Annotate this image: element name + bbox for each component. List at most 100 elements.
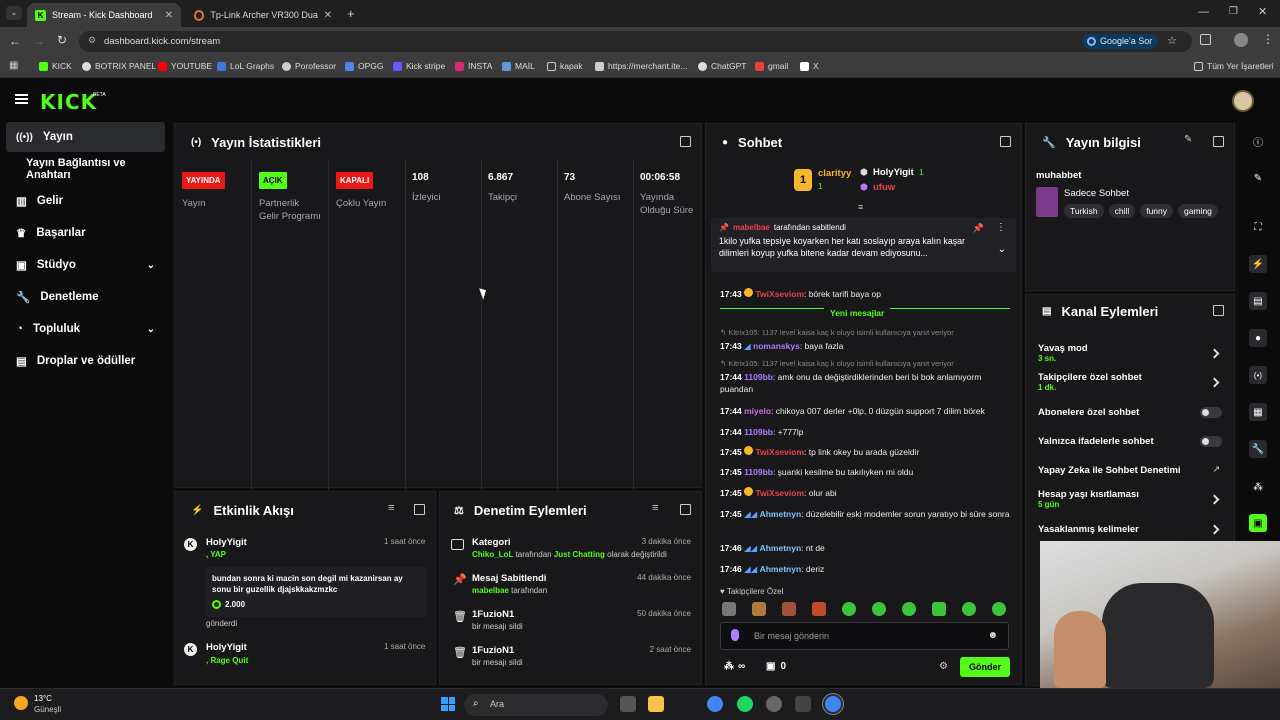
chevron-down-icon[interactable]: ⌄	[998, 244, 1006, 255]
wrench-icon[interactable]: 🔧	[1249, 440, 1267, 458]
steam-icon[interactable]	[766, 696, 782, 712]
kick-logo[interactable]: KICK	[40, 90, 97, 114]
action-ai-moderation[interactable]: Yapay Zeka ile Sohbet Denetimi	[1038, 465, 1222, 476]
bookmark-gmail[interactable]: gmail	[755, 61, 788, 71]
action-followers-only[interactable]: Takipçilere özel sohbet 1 dk.	[1038, 372, 1222, 392]
minimize-button[interactable]: —	[1198, 6, 1209, 18]
more-options-icon[interactable]: ⋮	[996, 222, 1006, 233]
chat-username[interactable]: 1109bb	[744, 372, 773, 382]
chat-bubble-icon[interactable]: ●	[1249, 329, 1267, 347]
chat-username[interactable]: TwiXseviom	[756, 289, 805, 299]
edit-pencil-icon[interactable]: ✎	[1249, 169, 1267, 187]
pinned-by-user[interactable]: mabelbae	[733, 223, 770, 232]
bookmark-youtube[interactable]: YOUTUBE	[158, 61, 212, 71]
google-ask-button[interactable]: Google'a Sor	[1082, 34, 1159, 49]
chat-username[interactable]: TwiXseviom	[756, 488, 805, 498]
chat-username[interactable]: Ahmetnyn	[760, 509, 802, 519]
site-info-icon[interactable]: ⚙	[88, 35, 96, 46]
tab-list-button[interactable]: ⌄	[6, 6, 22, 20]
action-account-age[interactable]: Hesap yaşı kısıtlaması 5 gün	[1038, 489, 1222, 509]
app-tile-icon[interactable]: ▣	[1249, 514, 1267, 532]
external-link-icon[interactable]: ↗	[1212, 464, 1220, 475]
filter-icon[interactable]: ≡	[388, 502, 394, 514]
bookmark-opgg[interactable]: OPGG	[345, 61, 384, 71]
bookmark-chatgpt[interactable]: ChatGPT	[698, 61, 746, 71]
chat-username[interactable]: 1109bb	[744, 427, 773, 437]
app-icon[interactable]	[795, 696, 811, 712]
emote-icon[interactable]	[902, 602, 916, 616]
bookmark-kapak[interactable]: kapak	[547, 61, 583, 71]
popout-icon[interactable]	[680, 136, 691, 147]
file-explorer-icon[interactable]	[648, 696, 664, 712]
forward-arrow-icon[interactable]: →	[33, 34, 45, 48]
top-gifter-name[interactable]: clarityy	[818, 168, 851, 179]
emote-icon[interactable]	[812, 602, 826, 616]
sidebar-item-droplar[interactable]: ▤ Droplar ve ödüller	[6, 346, 165, 376]
close-tab-icon[interactable]: ✕	[324, 10, 332, 21]
tag[interactable]: funny	[1140, 204, 1174, 218]
microphone-icon[interactable]	[731, 629, 739, 641]
chat-username[interactable]: TwiXseviom	[756, 447, 805, 457]
emote-icon[interactable]	[722, 602, 736, 616]
emote-icon[interactable]	[752, 602, 766, 616]
popout-icon[interactable]	[414, 504, 425, 515]
action-banned-words[interactable]: Yasaklanmış kelimeler	[1038, 524, 1222, 535]
activity-user[interactable]: HolyYigit	[206, 537, 247, 548]
popout-icon[interactable]	[1000, 136, 1011, 147]
top-gifter-name[interactable]: HolyYigit	[873, 167, 914, 178]
community-icon[interactable]: ⁂	[1249, 478, 1267, 496]
expand-top-icon[interactable]: ≡	[858, 202, 863, 212]
reply-context[interactable]: ↰ Kitrix105: 1137 level kaisa kaç k oluy…	[720, 328, 954, 337]
reply-context[interactable]: ↰ Kitrix105: 1137 level kaisa kaç k oluy…	[720, 359, 954, 368]
mod-user[interactable]: Chiko_LoL	[472, 550, 513, 559]
focus-frame-icon[interactable]: ⛶	[1249, 218, 1267, 236]
tag[interactable]: chill	[1108, 204, 1136, 218]
tab-kick-dashboard[interactable]: K Stream - Kick Dashboard ✕	[27, 3, 181, 27]
weather-temp[interactable]: 13°C	[34, 694, 52, 703]
bolt-icon[interactable]: ⚡	[1249, 255, 1267, 273]
profile-avatar[interactable]	[1234, 33, 1248, 47]
broadcast-icon[interactable]: (•)	[1249, 366, 1267, 384]
bookmark-lolgraphs[interactable]: LoL Graphs	[217, 61, 274, 71]
close-tab-icon[interactable]: ✕	[165, 10, 173, 21]
chat-username[interactable]: 1109bb	[744, 467, 773, 477]
stack-icon[interactable]: ▦	[1249, 403, 1267, 421]
emote-icon[interactable]	[992, 602, 1006, 616]
emoji-icon[interactable]: ☻	[987, 630, 998, 641]
close-window-button[interactable]: ✕	[1258, 5, 1267, 18]
action-slow-mode[interactable]: Yavaş mod 3 sn.	[1038, 343, 1222, 363]
chrome-icon[interactable]	[707, 696, 723, 712]
extensions-icon[interactable]	[1200, 34, 1211, 45]
taskbar-search[interactable]: ⌕ Ara	[464, 694, 608, 716]
windows-start-icon[interactable]	[441, 697, 455, 711]
user-avatar[interactable]	[1232, 90, 1254, 112]
emote-icon[interactable]	[782, 602, 796, 616]
document-icon[interactable]: ▤	[1249, 292, 1267, 310]
sidebar-item-gelir[interactable]: ▥ Gelir	[6, 186, 165, 216]
popout-icon[interactable]	[1213, 136, 1224, 147]
chat-username[interactable]: miyelo	[744, 406, 771, 416]
emote-icon[interactable]	[842, 602, 856, 616]
bookmark-merchant[interactable]: https://merchant.ite...	[595, 61, 687, 71]
activity-user[interactable]: HolyYigit	[206, 642, 247, 653]
mod-action-title[interactable]: 1FuzioN1	[472, 609, 514, 620]
sidebar-item-studyo[interactable]: ▣ Stüdyo ⌄	[6, 250, 165, 280]
bookmark-botrix[interactable]: BOTRIX PANEL	[82, 61, 156, 71]
settings-gear-icon[interactable]: ⚙	[939, 661, 948, 672]
sidebar-item-denetleme[interactable]: 🔧 Denetleme	[6, 282, 165, 312]
stream-category[interactable]: Sadece Sohbet	[1064, 188, 1129, 199]
browser-menu-icon[interactable]: ⋮	[1262, 32, 1274, 46]
gift-counter[interactable]: ▣ 0	[766, 661, 786, 672]
top-gifter-name[interactable]: ufuw	[873, 182, 895, 193]
send-button[interactable]: Gönder	[960, 657, 1010, 677]
bookmark-kick[interactable]: KICK	[39, 61, 72, 71]
tag[interactable]: gaming	[1178, 204, 1218, 218]
chat-username[interactable]: Ahmetnyn	[760, 543, 802, 553]
mod-action-title[interactable]: 1FuzioN1	[472, 645, 514, 656]
filter-icon[interactable]: ≡	[652, 502, 658, 514]
bookmark-insta[interactable]: İNSTA	[455, 61, 492, 71]
all-bookmarks[interactable]: Tüm Yer İşaretleri	[1194, 61, 1274, 71]
chat-username[interactable]: Ahmetnyn	[760, 564, 802, 574]
emote-icon[interactable]	[872, 602, 886, 616]
spotify-icon[interactable]	[737, 696, 753, 712]
